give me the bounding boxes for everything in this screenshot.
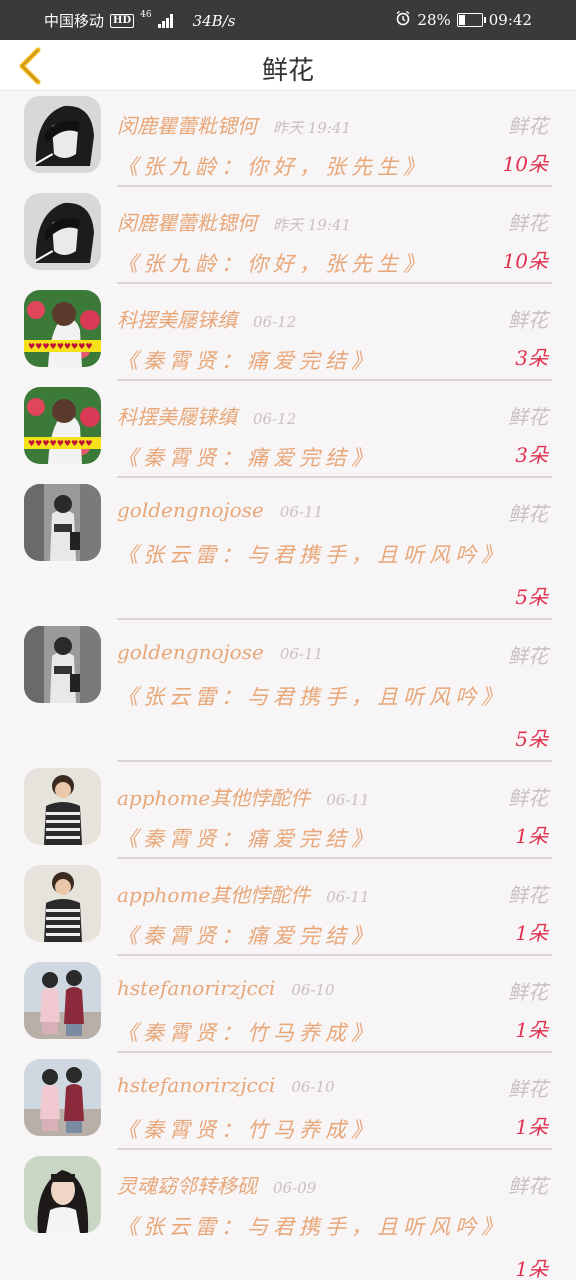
gift-record-row[interactable]: 闵鹿瞿蕾粃锶何 昨天 19:41 鲜花 《张九龄：你好，张先生》 10朵 (0, 90, 576, 187)
send-time: 06-10 (291, 1078, 335, 1096)
sender-name[interactable]: hstefanorirzjcci 06-10 (117, 1073, 335, 1097)
gift-type-label: 鲜花 (508, 114, 548, 138)
avatar-striped-boy-icon[interactable] (24, 768, 101, 845)
work-title-link[interactable]: 《秦霄贤：痛爱完结》 (117, 915, 517, 957)
gift-record-row[interactable]: ♥♥♥♥♥♥♥♥♥ 科摆美屦铼缜 06-12 鲜花 《秦霄贤：痛爱完结》 3朵 (0, 381, 576, 478)
gift-type-label: 鲜花 (508, 786, 548, 810)
gift-type-label: 鲜花 (508, 1174, 548, 1198)
gift-record-row[interactable]: apphome其他悖酡件 06-11 鲜花 《秦霄贤：痛爱完结》 1朵 (0, 859, 576, 956)
send-time: 06-11 (326, 888, 370, 906)
gift-quantity: 1朵 (515, 1257, 548, 1280)
sender-name[interactable]: hstefanorirzjcci 06-10 (117, 976, 335, 1000)
work-title-link[interactable]: 《张云雷：与君携手，且听风吟》 (117, 676, 517, 718)
gift-type-label: 鲜花 (508, 1077, 548, 1101)
gift-quantity: 1朵 (515, 921, 548, 945)
work-title-link[interactable]: 《秦霄贤：痛爱完结》 (117, 340, 517, 382)
sender-name[interactable]: 灵魂窈邻转移砚 06-09 (117, 1170, 316, 1199)
avatar-flowers-girl-icon[interactable]: ♥♥♥♥♥♥♥♥♥ (24, 387, 101, 464)
avatar-flowers-girl-icon[interactable]: ♥♥♥♥♥♥♥♥♥ (24, 290, 101, 367)
hd-icon: HD (110, 13, 135, 28)
work-title-link[interactable]: 《秦霄贤：痛爱完结》 (117, 437, 517, 479)
avatar-bw-girl-icon[interactable] (24, 193, 101, 270)
send-time: 06-12 (253, 313, 297, 331)
work-title-link[interactable]: 《秦霄贤：痛爱完结》 (117, 818, 517, 860)
avatar-street-boy-icon[interactable] (24, 484, 101, 561)
gift-type-label: 鲜花 (508, 883, 548, 907)
gift-quantity: 10朵 (502, 249, 548, 273)
gift-quantity: 3朵 (515, 443, 548, 467)
avatar-couple-icon[interactable] (24, 962, 101, 1039)
gift-quantity: 5朵 (515, 727, 548, 751)
carrier-label: 中国移动 (44, 12, 105, 30)
gift-type-label: 鲜花 (508, 308, 548, 332)
nav-bar: 鲜花 (0, 40, 576, 91)
work-title-link[interactable]: 《张九龄：你好，张先生》 (117, 243, 517, 285)
gift-type-label: 鲜花 (508, 405, 548, 429)
gift-record-list[interactable]: 闵鹿瞿蕾粃锶何 昨天 19:41 鲜花 《张九龄：你好，张先生》 10朵 闵鹿瞿蕾… (0, 90, 576, 1280)
gift-quantity: 1朵 (515, 1018, 548, 1042)
gift-record-row[interactable]: 灵魂窈邻转移砚 06-09 鲜花 《张云雷：与君携手，且听风吟》 1朵 (0, 1150, 576, 1280)
clock-label: 09:42 (488, 11, 532, 29)
sender-name[interactable]: 闵鹿瞿蕾粃锶何 昨天 19:41 (117, 207, 351, 236)
sender-name[interactable]: 闵鹿瞿蕾粃锶何 昨天 19:41 (117, 110, 351, 139)
gift-record-row[interactable]: hstefanorirzjcci 06-10 鲜花 《秦霄贤：竹马养成》 1朵 (0, 1053, 576, 1150)
network-speed-label: 34B/s (192, 11, 236, 30)
send-time: 06-09 (273, 1179, 317, 1197)
send-time: 06-10 (291, 981, 335, 999)
avatar-couple-icon[interactable] (24, 1059, 101, 1136)
avatar-street-boy-icon[interactable] (24, 626, 101, 703)
work-title-link[interactable]: 《张九龄：你好，张先生》 (117, 146, 517, 188)
signal-icon (157, 13, 173, 28)
send-time: 昨天 19:41 (273, 216, 351, 234)
gift-record-row[interactable]: ♥♥♥♥♥♥♥♥♥ 科摆美屦铼缜 06-12 鲜花 《秦霄贤：痛爱完结》 3朵 (0, 284, 576, 381)
page-title: 鲜花 (261, 56, 314, 86)
gift-quantity: 5朵 (515, 585, 548, 609)
work-title-link[interactable]: 《张云雷：与君携手，且听风吟》 (117, 1206, 517, 1248)
battery-level-fill (458, 15, 465, 25)
sender-name[interactable]: 科摆美屦铼缜 06-12 (117, 304, 296, 333)
gift-type-label: 鲜花 (508, 980, 548, 1004)
gift-type-label: 鲜花 (508, 644, 548, 668)
sender-name[interactable]: apphome其他悖酡件 06-11 (117, 782, 370, 811)
battery-icon (456, 13, 486, 27)
gift-record-row[interactable]: goldengnojose 06-11 鲜花 《张云雷：与君携手，且听风吟》 5朵 (0, 478, 576, 620)
sender-name[interactable]: goldengnojose 06-11 (117, 498, 323, 522)
work-title-link[interactable]: 《秦霄贤：竹马养成》 (117, 1012, 517, 1054)
gift-record-row[interactable]: goldengnojose 06-11 鲜花 《张云雷：与君携手，且听风吟》 5朵 (0, 620, 576, 762)
gift-quantity: 1朵 (515, 824, 548, 848)
svg-text:♥♥♥♥♥♥♥♥♥: ♥♥♥♥♥♥♥♥♥ (28, 342, 93, 351)
send-time: 昨天 19:41 (273, 119, 351, 137)
avatar-striped-boy-icon[interactable] (24, 865, 101, 942)
status-left: 中国移动 HD 46 34B/s (44, 10, 235, 31)
avatar-bw-girl-icon[interactable] (24, 96, 101, 173)
work-title-link[interactable]: 《秦霄贤：竹马养成》 (117, 1109, 517, 1151)
gift-quantity: 1朵 (515, 1115, 548, 1139)
sender-name[interactable]: 科摆美屦铼缜 06-12 (117, 401, 296, 430)
sender-name[interactable]: apphome其他悖酡件 06-11 (117, 879, 370, 908)
gift-record-row[interactable]: apphome其他悖酡件 06-11 鲜花 《秦霄贤：痛爱完结》 1朵 (0, 762, 576, 859)
avatar-longhair-girl-icon[interactable] (24, 1156, 101, 1233)
gift-type-label: 鲜花 (508, 211, 548, 235)
gift-record-row[interactable]: 闵鹿瞿蕾粃锶何 昨天 19:41 鲜花 《张九龄：你好，张先生》 10朵 (0, 187, 576, 284)
send-time: 06-11 (279, 645, 324, 663)
alarm-icon (395, 10, 411, 30)
gift-quantity: 10朵 (502, 152, 548, 176)
svg-text:♥♥♥♥♥♥♥♥♥: ♥♥♥♥♥♥♥♥♥ (28, 439, 93, 448)
battery-percent-label: 28% (417, 11, 451, 29)
gift-record-row[interactable]: hstefanorirzjcci 06-10 鲜花 《秦霄贤：竹马养成》 1朵 (0, 956, 576, 1053)
work-title-link[interactable]: 《张云雷：与君携手，且听风吟》 (117, 534, 517, 576)
status-bar: 中国移动 HD 46 34B/s 28% 09:42 (0, 0, 576, 40)
gift-quantity: 3朵 (515, 346, 548, 370)
send-time: 06-12 (253, 410, 297, 428)
status-right: 28% 09:42 (395, 10, 532, 30)
network-type-label: 46 (140, 10, 152, 20)
send-time: 06-11 (326, 791, 370, 809)
gift-type-label: 鲜花 (508, 502, 548, 526)
send-time: 06-11 (279, 503, 324, 521)
sender-name[interactable]: goldengnojose 06-11 (117, 640, 323, 664)
